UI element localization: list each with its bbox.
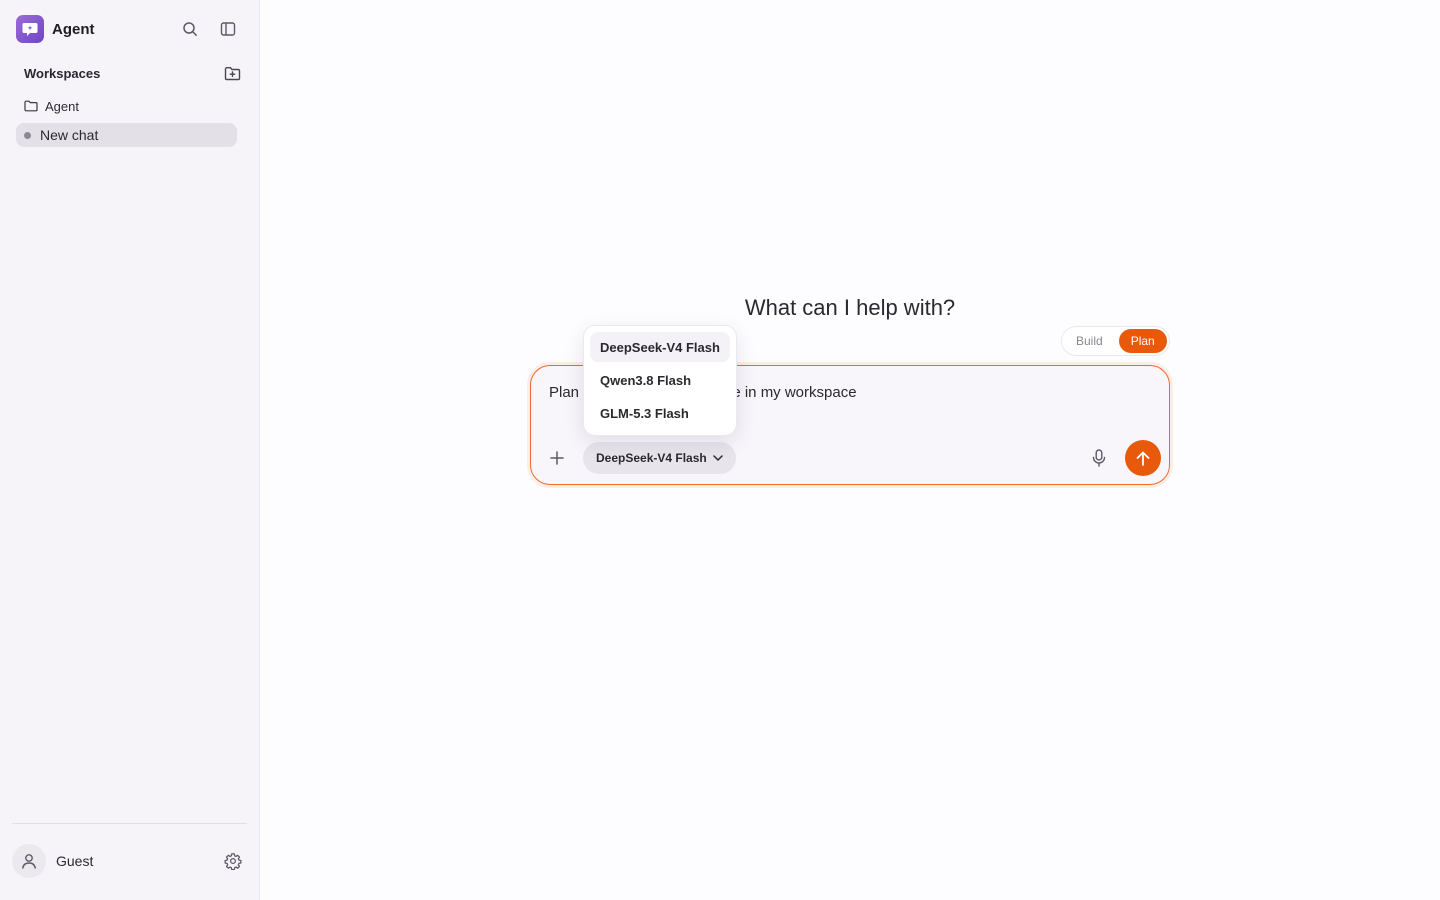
chat-label: New chat bbox=[40, 127, 99, 143]
model-menu: DeepSeek-V4 Flash Qwen3.8 Flash GLM-5.3 … bbox=[583, 325, 737, 436]
user-icon bbox=[12, 844, 46, 878]
gear-icon[interactable] bbox=[221, 849, 245, 873]
model-option-deepseek[interactable]: DeepSeek-V4 Flash bbox=[590, 332, 730, 362]
workspaces-title: Workspaces bbox=[24, 65, 101, 81]
chat-item-new-chat[interactable]: New chat bbox=[16, 123, 237, 147]
page-title: What can I help with? bbox=[744, 295, 956, 320]
chevron-down-icon bbox=[712, 455, 723, 461]
mode-plan-button[interactable]: Plan bbox=[1118, 329, 1167, 353]
search-icon[interactable] bbox=[178, 17, 202, 41]
prompt-text-end: ure in my workspace bbox=[719, 384, 857, 401]
folder-plus-icon[interactable] bbox=[222, 64, 242, 82]
sidebar-toggle-icon[interactable] bbox=[216, 17, 240, 41]
model-option-qwen[interactable]: Qwen3.8 Flash bbox=[590, 365, 730, 395]
model-select[interactable]: DeepSeek-V4 Flash bbox=[583, 442, 736, 474]
send-button[interactable] bbox=[1125, 440, 1161, 476]
arrow-up-icon bbox=[1136, 451, 1150, 466]
chat-status-dot bbox=[24, 131, 31, 139]
user-name: Guest bbox=[56, 853, 94, 869]
workspace-label: Agent bbox=[45, 98, 79, 114]
brand[interactable]: Agent bbox=[16, 15, 95, 43]
microphone-icon[interactable] bbox=[1087, 446, 1111, 470]
workspace-item-agent[interactable]: Agent bbox=[24, 97, 79, 115]
plus-icon[interactable] bbox=[545, 446, 569, 470]
user-row[interactable]: Guest bbox=[12, 843, 247, 879]
mode-toggle: Build Plan bbox=[1061, 326, 1170, 356]
model-option-glm[interactable]: GLM-5.3 Flash bbox=[590, 398, 730, 428]
prompt-text-start: Plan bbox=[549, 384, 580, 401]
mode-build-button[interactable]: Build bbox=[1064, 329, 1115, 353]
sidebar-divider bbox=[12, 823, 247, 824]
sidebar: Agent Workspaces Agent New chat Guest bbox=[0, 0, 260, 900]
app-name: Agent bbox=[52, 20, 95, 38]
chat-bubble-logo-icon bbox=[16, 15, 44, 43]
model-select-label: DeepSeek-V4 Flash bbox=[596, 451, 707, 465]
prompt-input[interactable]: Plan ure in my workspace bbox=[549, 384, 857, 401]
folder-icon bbox=[24, 100, 38, 112]
workspaces-header: Workspaces bbox=[24, 64, 240, 82]
